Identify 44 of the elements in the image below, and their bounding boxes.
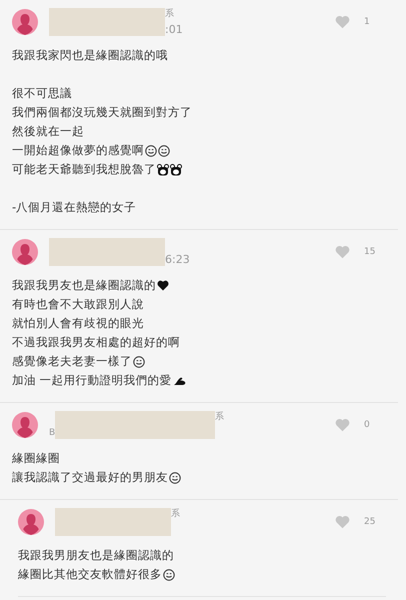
bear-face-icon: [157, 164, 169, 176]
timestamp-fragment: 6:23: [165, 254, 190, 266]
like-count: 25: [364, 517, 376, 527]
like-heart-icon[interactable]: [335, 418, 350, 432]
flexed-arm-icon: [172, 374, 187, 386]
smiley-icon: [145, 144, 157, 156]
comment-text: 讓我認識了交過最好的男朋友: [12, 469, 168, 486]
avatar-icon: [12, 9, 38, 35]
comment-text: 我跟我男朋友也是緣圈認識的: [18, 547, 174, 564]
comment-text: 緣圈比其他交友軟體好很多: [18, 566, 162, 583]
like-heart-icon[interactable]: [335, 515, 350, 529]
smiley-icon: [158, 144, 170, 156]
comment-text: 不過我跟我男友相處的超好的啊: [12, 334, 180, 351]
author-fragment: 系: [215, 411, 224, 423]
comment-text: 我們兩個都沒玩幾天就圈到對方了: [12, 104, 192, 121]
avatar-icon: [12, 239, 38, 265]
avatar-icon: [18, 509, 44, 535]
comment-text: 我跟我男友也是緣圈認識的: [12, 277, 156, 294]
avatar-icon: [12, 412, 38, 438]
author-fragment: B: [49, 427, 56, 439]
comment-text: 有時也會不大敢跟別人說: [12, 296, 144, 313]
like-heart-icon[interactable]: [335, 15, 350, 29]
timestamp-fragment: :01: [165, 24, 183, 36]
smiley-icon: [163, 568, 175, 580]
comment-text: 一開始超像做夢的感覺啊: [12, 142, 144, 159]
heart-icon: [157, 280, 169, 291]
smiley-icon: [169, 472, 181, 484]
smiley-icon: [133, 356, 145, 368]
comment-text: 很不可思議: [12, 85, 72, 102]
comment-text: 加油 一起用行動證明我們的愛: [12, 372, 172, 389]
comment-text: -八個月還在熱戀的女子: [12, 199, 136, 216]
comment-text: 可能老天爺聽到我想脫魯了: [12, 161, 156, 178]
comment-text: 就怕別人會有歧視的眼光: [12, 315, 144, 332]
comment-text: 然後就在一起: [12, 123, 84, 140]
like-count: 1: [364, 17, 371, 27]
like-count: 15: [364, 247, 376, 257]
like-count: 0: [364, 420, 371, 430]
author-fragment: 系: [171, 508, 180, 520]
comment-text: 感覺像老夫老妻一樣了: [12, 353, 132, 370]
comment-text: 我跟我家閃也是緣圈認識的哦: [12, 47, 168, 64]
bear-face-icon: [170, 164, 182, 176]
like-heart-icon[interactable]: [335, 245, 350, 259]
author-fragment: 系: [165, 8, 175, 20]
comment-text: 緣圈緣圈: [12, 450, 60, 467]
